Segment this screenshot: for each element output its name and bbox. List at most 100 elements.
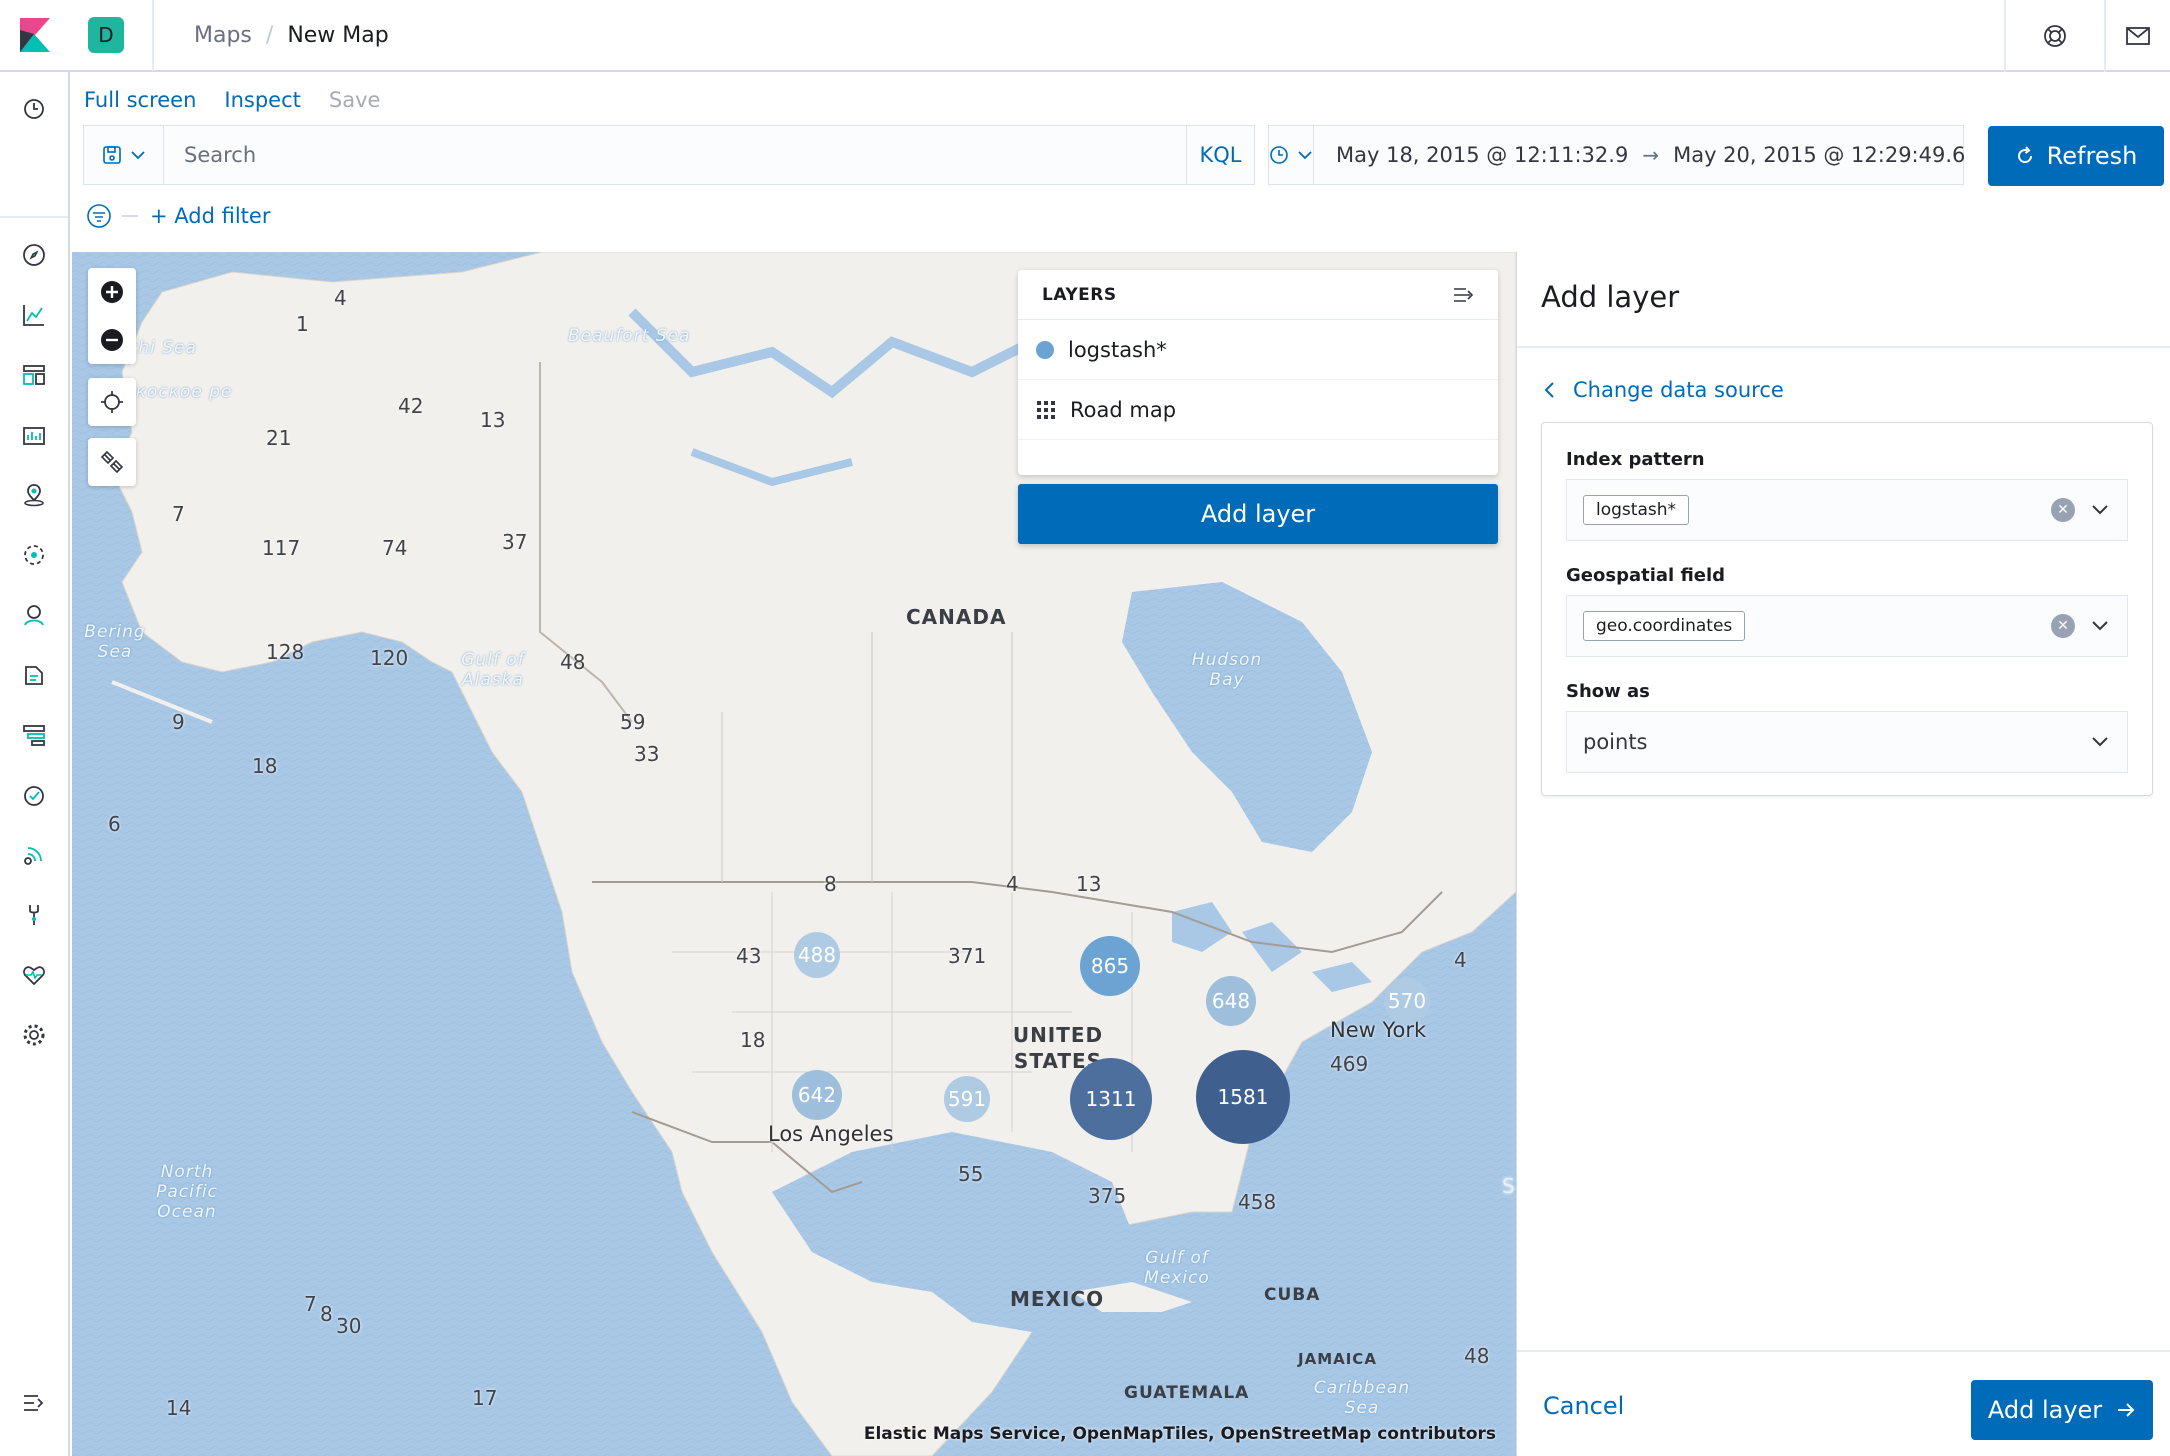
nav-monitoring[interactable] bbox=[0, 950, 68, 1000]
chevron-down-icon[interactable] bbox=[2091, 736, 2109, 748]
cluster-marker[interactable]: 488 bbox=[794, 932, 840, 978]
nav-logs[interactable] bbox=[0, 650, 68, 700]
newsfeed-button[interactable] bbox=[2104, 0, 2170, 72]
nav-maps[interactable] bbox=[0, 470, 68, 520]
breadcrumb-maps[interactable]: Maps bbox=[194, 23, 252, 48]
flyout-divider bbox=[1517, 346, 2170, 348]
count-label: 9 bbox=[172, 710, 185, 734]
nav-machine-learning[interactable] bbox=[0, 530, 68, 580]
water-label: Hudson Bay bbox=[1191, 650, 1263, 690]
index-pattern-pill: logstash* bbox=[1583, 495, 1689, 525]
show-as-label: Show as bbox=[1566, 681, 1650, 702]
clock-icon bbox=[24, 99, 44, 119]
zoom-out-button[interactable] bbox=[88, 316, 136, 364]
count-label: 14 bbox=[166, 1396, 192, 1420]
combobox-icons: ✕ bbox=[2051, 480, 2109, 540]
nav-recently-viewed[interactable] bbox=[0, 84, 68, 134]
collapse-panel-icon[interactable] bbox=[1452, 286, 1474, 304]
grid-icon bbox=[1037, 400, 1055, 419]
nav-collapse[interactable] bbox=[0, 1378, 68, 1428]
nav-uptime[interactable] bbox=[0, 770, 68, 820]
select-icons bbox=[2091, 712, 2109, 772]
count-label: 128 bbox=[266, 640, 305, 664]
filter-bar: + Add filter bbox=[86, 203, 270, 229]
nav-graph[interactable] bbox=[0, 830, 68, 880]
country-label: CANADA bbox=[906, 605, 1007, 629]
management-icon bbox=[23, 1024, 45, 1046]
index-pattern-combobox[interactable]: logstash* ✕ bbox=[1566, 479, 2128, 541]
cancel-button[interactable]: Cancel bbox=[1543, 1392, 1624, 1420]
count-label: 33 bbox=[634, 742, 660, 766]
add-layer-label: Add layer bbox=[1987, 1396, 2103, 1424]
date-end[interactable]: May 20, 2015 @ 12:29:49.6 bbox=[1673, 143, 1965, 167]
nav-discover[interactable] bbox=[0, 230, 68, 280]
date-arrow-icon: → bbox=[1642, 143, 1660, 167]
combobox-icons: ✕ bbox=[2051, 596, 2109, 656]
clear-icon[interactable]: ✕ bbox=[2051, 614, 2075, 638]
inspect-link[interactable]: Inspect bbox=[224, 88, 300, 112]
filter-icon[interactable] bbox=[86, 203, 112, 229]
cluster-marker[interactable]: 865 bbox=[1080, 936, 1140, 996]
nav-management[interactable] bbox=[0, 1010, 68, 1060]
refresh-button[interactable]: Refresh bbox=[1988, 126, 2164, 186]
full-screen-link[interactable]: Full screen bbox=[84, 88, 196, 112]
count-label: 7 bbox=[304, 1292, 317, 1316]
count-label: 1 bbox=[296, 312, 309, 336]
zoom-in-button[interactable] bbox=[88, 268, 136, 316]
query-bar: KQL bbox=[83, 125, 1255, 185]
date-start[interactable]: May 18, 2015 @ 12:11:32.9 bbox=[1336, 143, 1628, 167]
nav-apm[interactable] bbox=[0, 710, 68, 760]
count-label: 42 bbox=[398, 394, 424, 418]
save-link[interactable]: Save bbox=[329, 88, 381, 112]
nav-dev-tools[interactable] bbox=[0, 890, 68, 940]
nav-dashboard[interactable] bbox=[0, 350, 68, 400]
cluster-marker[interactable]: 570 bbox=[1384, 978, 1430, 1024]
count-label: 458 bbox=[1238, 1190, 1277, 1214]
query-language-button[interactable]: KQL bbox=[1186, 126, 1254, 184]
add-filter-button[interactable]: + Add filter bbox=[150, 204, 270, 228]
nav-infrastructure[interactable] bbox=[0, 590, 68, 640]
chevron-down-icon[interactable] bbox=[2091, 504, 2109, 516]
help-button[interactable] bbox=[2004, 0, 2104, 72]
draw-tool-button[interactable] bbox=[88, 438, 136, 486]
nav-canvas[interactable] bbox=[0, 410, 68, 460]
layer-name: logstash* bbox=[1068, 337, 1167, 362]
cluster-marker[interactable]: 1311 bbox=[1070, 1058, 1152, 1140]
saved-query-button[interactable] bbox=[84, 126, 164, 184]
chevron-down-icon[interactable] bbox=[2091, 620, 2109, 632]
water-label: Beaufort Sea bbox=[568, 326, 691, 346]
nav-visualize[interactable] bbox=[0, 290, 68, 340]
geospatial-field-combobox[interactable]: geo.coordinates ✕ bbox=[1566, 595, 2128, 657]
layer-item[interactable]: Road map bbox=[1018, 380, 1498, 440]
search-input[interactable] bbox=[164, 126, 1186, 184]
quick-date-menu-button[interactable] bbox=[1269, 126, 1314, 184]
calendar-clock-icon bbox=[1270, 146, 1288, 164]
add-layer-button[interactable]: Add layer bbox=[1971, 1380, 2153, 1440]
layer-item[interactable]: logstash* bbox=[1018, 320, 1498, 380]
flyout-title: Add layer bbox=[1541, 280, 1680, 314]
geospatial-field-pill: geo.coordinates bbox=[1583, 611, 1746, 641]
water-label: North Pacific Ocean bbox=[156, 1162, 218, 1222]
add-layer-toc-button[interactable]: Add layer bbox=[1018, 484, 1498, 544]
kibana-logo[interactable] bbox=[0, 0, 70, 71]
top-nav-menu: Full screen Inspect Save bbox=[84, 88, 380, 112]
set-view-button[interactable] bbox=[88, 378, 136, 426]
chevron-down-icon bbox=[130, 151, 145, 160]
cluster-marker[interactable]: 648 bbox=[1206, 976, 1256, 1026]
dashboard-icon bbox=[23, 365, 45, 385]
layers-panel: LAYERS logstash* Road map bbox=[1018, 270, 1498, 475]
cluster-marker[interactable]: 1581 bbox=[1196, 1050, 1290, 1144]
cluster-marker[interactable]: 642 bbox=[792, 1070, 842, 1120]
space-avatar[interactable]: D bbox=[88, 17, 124, 53]
logs-icon bbox=[25, 666, 43, 685]
count-label: 4 bbox=[1454, 948, 1467, 972]
save-icon bbox=[102, 146, 121, 164]
count-label: 13 bbox=[1076, 872, 1102, 896]
clear-icon[interactable]: ✕ bbox=[2051, 498, 2075, 522]
date-picker: May 18, 2015 @ 12:11:32.9 → May 20, 2015… bbox=[1268, 125, 1965, 185]
show-as-select[interactable]: points bbox=[1566, 711, 2128, 773]
compass-icon bbox=[23, 244, 45, 266]
count-label: 8 bbox=[320, 1302, 333, 1326]
change-data-source-link[interactable]: Change data source bbox=[1543, 378, 1784, 402]
cluster-marker[interactable]: 591 bbox=[944, 1076, 990, 1122]
